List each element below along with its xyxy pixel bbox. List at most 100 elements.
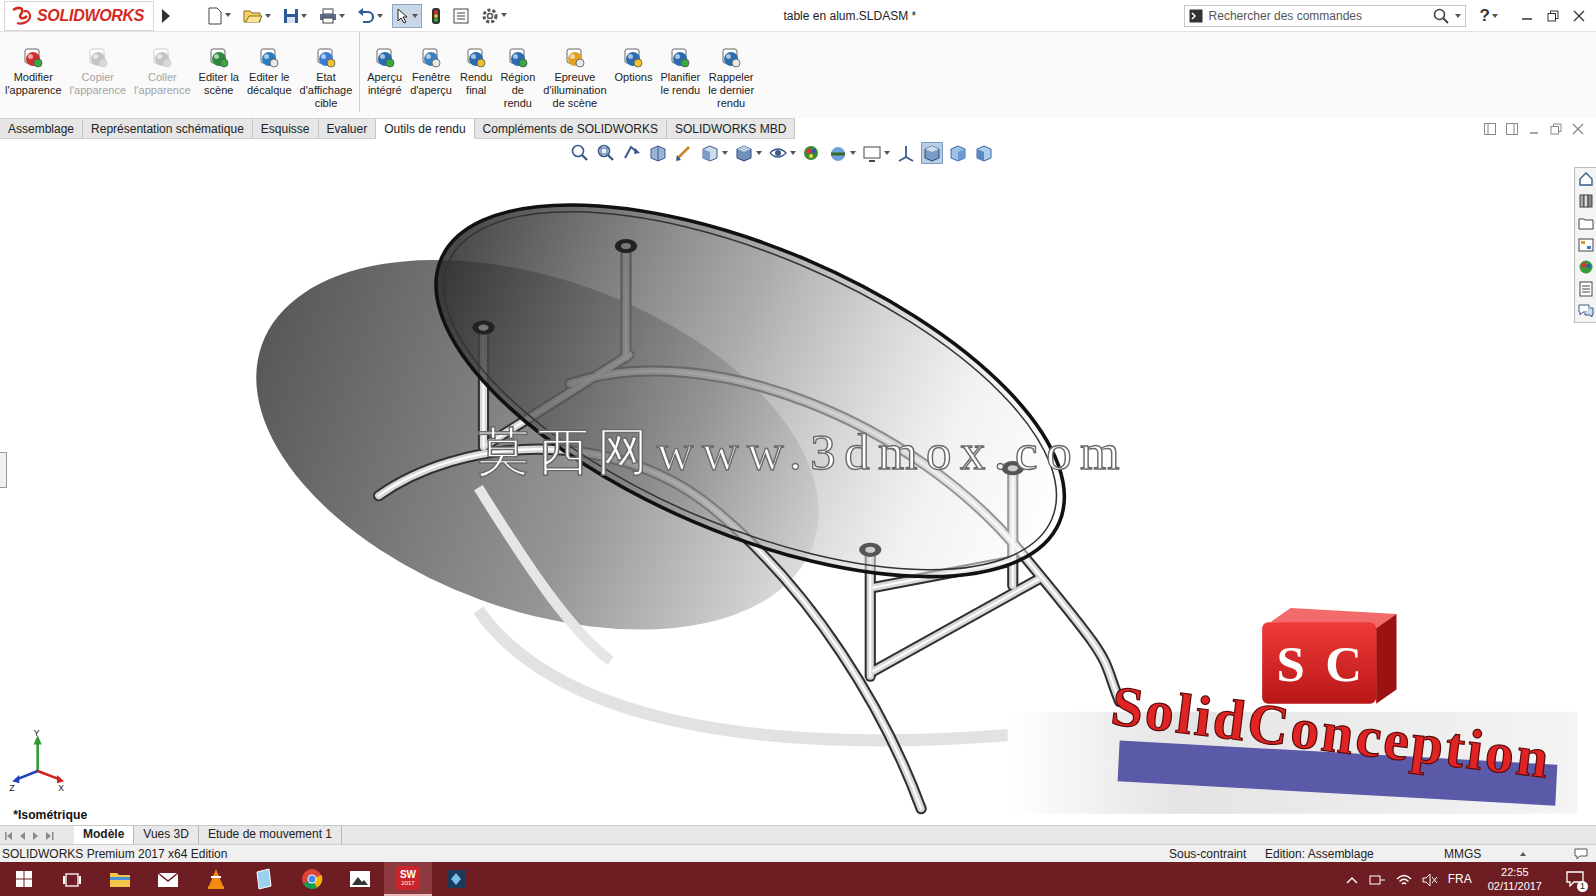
new-document-dropdown-icon[interactable] <box>225 13 231 17</box>
command-search[interactable] <box>1184 5 1466 27</box>
select-icon[interactable] <box>396 7 410 25</box>
edit-appearance-icon[interactable] <box>802 143 822 163</box>
dynamic-annotation-button[interactable] <box>674 143 694 163</box>
design-library-icon[interactable] <box>1575 190 1596 212</box>
options-gear-dropdown-icon[interactable] <box>501 13 507 17</box>
tile-right-icon[interactable] <box>1506 120 1518 138</box>
zoom-fit-button[interactable] <box>570 143 590 163</box>
input-language[interactable]: FRA <box>1448 870 1472 888</box>
first-tab-icon[interactable] <box>4 826 15 844</box>
render-tool-icon[interactable] <box>622 47 644 71</box>
file-properties-button[interactable] <box>450 5 472 27</box>
forum-icon[interactable] <box>1575 300 1596 322</box>
ribbon-button[interactable]: Régionderendu <box>497 32 538 112</box>
view-palette-icon[interactable] <box>1575 234 1596 256</box>
open-icon[interactable] <box>243 7 263 25</box>
tile-left-icon[interactable] <box>1484 120 1496 138</box>
select-button[interactable] <box>392 4 422 28</box>
network-adapter-icon[interactable] <box>1368 870 1386 888</box>
command-tab[interactable]: Esquisse <box>253 119 319 138</box>
magnifier-icon[interactable] <box>1433 8 1449 24</box>
speaker-muted-icon[interactable] <box>1422 870 1438 888</box>
display-style-icon[interactable] <box>734 143 754 163</box>
previous-view-button[interactable] <box>622 143 642 163</box>
undo-button[interactable] <box>354 5 386 27</box>
file-properties-icon[interactable] <box>453 7 469 25</box>
open-dropdown-icon[interactable] <box>265 14 271 18</box>
close-icon[interactable] <box>1566 10 1592 22</box>
model-tab[interactable]: Vues 3D <box>134 826 199 844</box>
help-button[interactable]: ? <box>1480 3 1490 29</box>
notepad-icon[interactable] <box>254 868 274 890</box>
feature-tree-handle[interactable] <box>0 452 7 488</box>
search-dropdown-icon[interactable] <box>1455 14 1461 18</box>
rebuild-icon[interactable] <box>431 6 441 25</box>
windows-start-icon[interactable] <box>15 870 33 889</box>
expand-menu-icon[interactable] <box>162 9 170 23</box>
view-settings-icon[interactable] <box>862 143 882 163</box>
render-tool-icon[interactable] <box>315 47 337 71</box>
next-tab-icon[interactable] <box>30 826 41 844</box>
print-button[interactable] <box>316 5 348 27</box>
task-view-icon[interactable] <box>62 870 82 888</box>
render-tool-icon[interactable] <box>258 47 280 71</box>
triad-view-button[interactable] <box>896 143 916 163</box>
zoom-area-icon[interactable] <box>596 143 616 163</box>
display-style-button[interactable] <box>734 143 762 163</box>
render-tool-icon[interactable] <box>208 47 230 71</box>
minimize-icon[interactable] <box>1514 10 1540 22</box>
zoom-fit-icon[interactable] <box>570 143 590 163</box>
glass-top[interactable] <box>385 139 1115 654</box>
open-button[interactable] <box>240 5 274 27</box>
solidworks-taskbar-button[interactable]: SW2017 <box>384 862 432 896</box>
save-button[interactable] <box>280 5 310 27</box>
doc-close-icon[interactable] <box>1572 120 1584 138</box>
solidworks-resources-icon[interactable] <box>1575 168 1596 190</box>
help-dropdown-icon[interactable] <box>1492 14 1498 18</box>
render-tool-icon[interactable] <box>564 47 586 71</box>
chrome-button[interactable] <box>288 862 336 896</box>
ribbon-button[interactable]: Options <box>612 32 656 86</box>
restore-icon[interactable] <box>1540 10 1566 22</box>
view-orientation-icon[interactable] <box>700 143 720 163</box>
action-center[interactable]: 1 <box>1558 864 1592 894</box>
dynamic-annotation-icon[interactable] <box>674 143 694 163</box>
mail-icon[interactable] <box>157 870 179 888</box>
render-tool-icon[interactable] <box>720 47 742 71</box>
file-explorer-icon[interactable] <box>1575 212 1596 234</box>
solidworks-app-icon[interactable]: SW2017 <box>396 866 420 890</box>
apply-scene-button[interactable] <box>828 143 856 163</box>
file-explorer-button[interactable] <box>96 862 144 896</box>
ribbon-button[interactable]: Modifierl'apparence <box>2 32 65 99</box>
wifi-icon[interactable] <box>1396 870 1412 888</box>
status-item[interactable]: Edition: Assemblage <box>1263 846 1442 862</box>
section-view-button[interactable] <box>648 143 668 163</box>
status-item[interactable]: MMGS <box>1442 846 1518 862</box>
units-dropdown-icon[interactable] <box>1520 852 1526 856</box>
ribbon-button[interactable]: Editer ledécalque <box>244 32 295 99</box>
ribbon-button[interactable]: Aperçuintégré <box>364 32 405 99</box>
isometric-view-icon[interactable] <box>922 143 942 163</box>
task-view-button[interactable] <box>48 862 96 896</box>
ribbon-button[interactable]: Epreuved'illuminationde scène <box>540 32 609 112</box>
options-gear-icon[interactable] <box>481 6 499 25</box>
render-tool-icon[interactable] <box>669 47 691 71</box>
triad-view-icon[interactable] <box>896 143 916 163</box>
command-tab[interactable]: Représentation schématique <box>83 119 253 138</box>
section-view-icon[interactable] <box>648 143 668 163</box>
search-input[interactable] <box>1207 6 1429 26</box>
new-document-button[interactable] <box>204 4 234 27</box>
command-tab[interactable]: Assemblage <box>0 119 83 138</box>
edit-appearance-button[interactable] <box>802 143 822 163</box>
doc-restore-icon[interactable] <box>1550 120 1562 138</box>
view-orientation-dropdown-icon[interactable] <box>722 151 728 155</box>
command-tab[interactable]: Evaluer <box>319 119 377 138</box>
ribbon-button[interactable]: Rappelerle dernierrendu <box>705 32 757 112</box>
tooltip-icon[interactable] <box>1574 846 1588 862</box>
mail-button[interactable] <box>144 862 192 896</box>
undo-dropdown-icon[interactable] <box>377 14 383 18</box>
last-tab-icon[interactable] <box>43 826 54 844</box>
render-tool-icon[interactable] <box>374 47 396 71</box>
print-icon[interactable] <box>319 7 337 25</box>
zoom-area-button[interactable] <box>596 143 616 163</box>
